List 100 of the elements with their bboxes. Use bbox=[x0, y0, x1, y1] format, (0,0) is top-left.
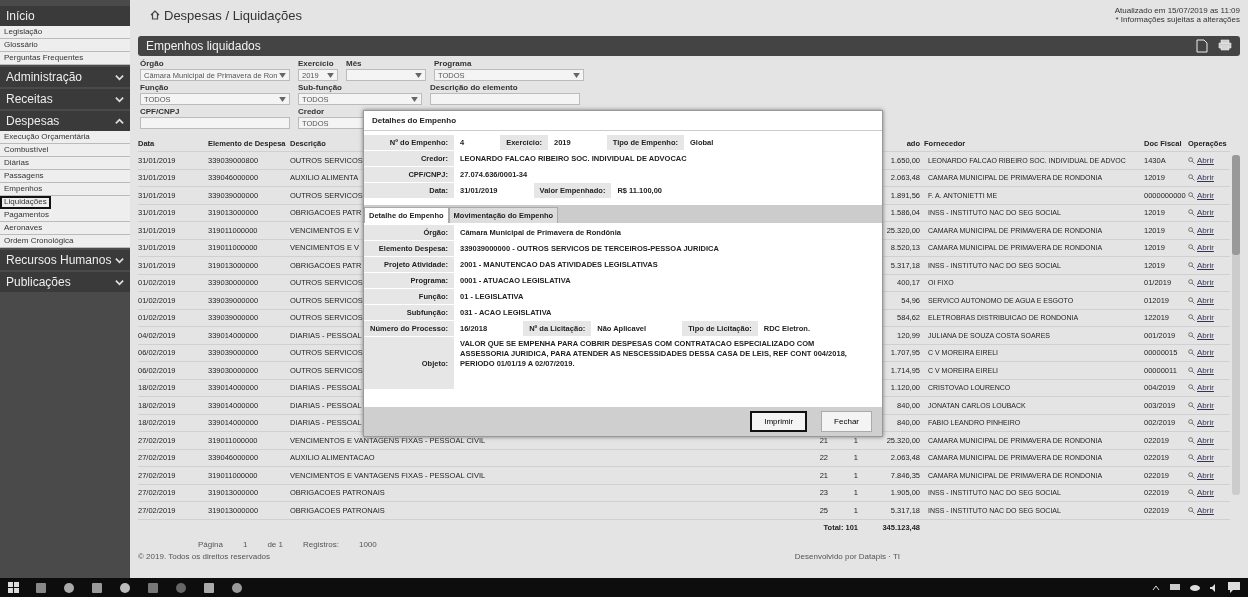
sidebar-item[interactable]: Glossário bbox=[0, 39, 130, 52]
filter-label: Sub-função bbox=[298, 83, 343, 92]
search-icon bbox=[1188, 261, 1195, 269]
open-link[interactable]: Abrir bbox=[1188, 418, 1230, 428]
open-link[interactable]: Abrir bbox=[1188, 278, 1230, 288]
search-icon bbox=[1188, 384, 1195, 392]
update-time: Atualizado em 15/07/2019 as 11:09 bbox=[1114, 6, 1240, 15]
search-icon bbox=[1188, 454, 1195, 462]
dropdown-caret-icon bbox=[415, 72, 422, 78]
sidebar-item[interactable]: Ordem Cronológica bbox=[0, 235, 130, 248]
open-link[interactable]: Abrir bbox=[1188, 488, 1230, 498]
sidebar-item[interactable]: Liquidações bbox=[0, 196, 51, 209]
open-link[interactable]: Abrir bbox=[1188, 173, 1230, 183]
search-icon bbox=[1188, 471, 1195, 479]
taskbar-app-icon[interactable] bbox=[203, 581, 215, 594]
search-icon bbox=[1188, 296, 1195, 304]
chevron-icon bbox=[115, 94, 124, 104]
developer-text: Desenvolvido por Datapis · TI bbox=[794, 552, 900, 561]
search-icon bbox=[1188, 489, 1195, 497]
taskbar-app-icon[interactable] bbox=[63, 581, 75, 594]
records-label: Registros: bbox=[302, 540, 339, 549]
search-icon bbox=[1188, 419, 1195, 427]
filter-label: Credor bbox=[298, 107, 326, 116]
search-icon bbox=[1188, 331, 1195, 339]
sidebar-section[interactable]: Administração bbox=[0, 67, 130, 87]
taskbar-app-icon[interactable] bbox=[91, 581, 103, 594]
search-icon bbox=[1188, 506, 1195, 514]
search-icon bbox=[1188, 226, 1195, 234]
filter-label: Exercício bbox=[298, 59, 335, 68]
windows-start-icon[interactable] bbox=[8, 582, 19, 593]
open-link[interactable]: Abrir bbox=[1188, 470, 1230, 480]
open-link[interactable]: Abrir bbox=[1188, 313, 1230, 323]
dropdown-caret-icon bbox=[573, 72, 580, 78]
page-count: de 1 bbox=[267, 540, 283, 549]
network-icon[interactable] bbox=[1170, 583, 1180, 592]
filter-input[interactable] bbox=[140, 117, 290, 129]
chevron-icon bbox=[115, 277, 124, 287]
sidebar-section[interactable]: Despesas bbox=[0, 111, 130, 131]
filter-label: Descrição do elemento bbox=[430, 83, 519, 92]
open-link[interactable]: Abrir bbox=[1188, 243, 1230, 253]
cloud-icon[interactable] bbox=[1190, 584, 1200, 591]
chevron-icon bbox=[115, 116, 124, 126]
copyright-text: © 2019. Todos os direitos reservados bbox=[138, 552, 271, 561]
search-icon bbox=[1188, 401, 1195, 409]
search-icon bbox=[1188, 156, 1195, 164]
sidebar-item[interactable]: Perguntas Frequentes bbox=[0, 52, 130, 65]
chevron-icon bbox=[115, 255, 124, 265]
sidebar-item[interactable]: Aeronaves bbox=[0, 222, 130, 235]
sidebar-item[interactable]: Combustível bbox=[0, 144, 130, 157]
sidebar-section[interactable]: Início bbox=[0, 6, 130, 26]
search-icon bbox=[1188, 314, 1195, 322]
open-link[interactable]: Abrir bbox=[1188, 155, 1230, 165]
open-link[interactable]: Abrir bbox=[1188, 383, 1230, 393]
open-link[interactable]: Abrir bbox=[1188, 330, 1230, 340]
chevron-icon bbox=[115, 72, 124, 82]
dropdown-caret-icon bbox=[279, 72, 286, 78]
sidebar-section[interactable]: Publicações bbox=[0, 272, 130, 292]
search-icon bbox=[1188, 349, 1195, 357]
taskbar-app-icon[interactable] bbox=[147, 581, 159, 594]
filter-label: Mês bbox=[346, 59, 363, 68]
records-select[interactable]: 1000 bbox=[358, 540, 377, 549]
filter-label: Órgão bbox=[140, 59, 165, 68]
page-number[interactable]: 1 bbox=[242, 540, 248, 549]
open-link[interactable]: Abrir bbox=[1188, 295, 1230, 305]
dialog-button[interactable]: Imprimir bbox=[750, 411, 808, 432]
taskbar-app-icon[interactable] bbox=[231, 581, 243, 594]
sidebar-item[interactable]: Legislação bbox=[0, 26, 130, 39]
open-link[interactable]: Abrir bbox=[1188, 208, 1230, 218]
scrollbar[interactable] bbox=[1232, 155, 1240, 495]
sidebar-item[interactable]: Diárias bbox=[0, 157, 130, 170]
open-link[interactable]: Abrir bbox=[1188, 505, 1230, 515]
sidebar-item[interactable]: Pagamentos bbox=[0, 209, 130, 222]
open-link[interactable]: Abrir bbox=[1188, 348, 1230, 358]
sidebar-item[interactable]: Empenhos bbox=[0, 183, 130, 196]
sidebar-section[interactable]: Recursos Humanos bbox=[0, 250, 130, 270]
open-link[interactable]: Abrir bbox=[1188, 400, 1230, 410]
speaker-icon[interactable] bbox=[1210, 583, 1218, 592]
dialog-title: Detalhes do Empenho bbox=[364, 111, 882, 131]
dialog-button[interactable]: Fechar bbox=[821, 411, 872, 432]
notification-icon[interactable] bbox=[1228, 582, 1240, 593]
open-link[interactable]: Abrir bbox=[1188, 190, 1230, 200]
open-link[interactable]: Abrir bbox=[1188, 365, 1230, 375]
page-title: Despesas / Liquidações bbox=[164, 7, 303, 23]
sidebar-section[interactable]: Receitas bbox=[0, 89, 130, 109]
sidebar-item[interactable]: Passagens bbox=[0, 170, 130, 183]
open-link[interactable]: Abrir bbox=[1188, 453, 1230, 463]
document-icon[interactable] bbox=[1196, 39, 1208, 53]
taskbar-app-icon[interactable] bbox=[35, 581, 47, 594]
open-link[interactable]: Abrir bbox=[1188, 225, 1230, 235]
open-link[interactable]: Abrir bbox=[1188, 435, 1230, 445]
taskbar-app-icon[interactable] bbox=[119, 581, 131, 594]
tray-caret-icon[interactable] bbox=[1152, 584, 1160, 591]
filter-input[interactable] bbox=[430, 93, 580, 105]
dropdown-caret-icon bbox=[411, 96, 418, 102]
sidebar-item[interactable]: Execução Orçamentária bbox=[0, 131, 130, 144]
printer-icon[interactable] bbox=[1218, 39, 1232, 51]
filter-label: Programa bbox=[434, 59, 473, 68]
open-link[interactable]: Abrir bbox=[1188, 260, 1230, 270]
filter-label: Função bbox=[140, 83, 170, 92]
search-icon bbox=[1188, 191, 1195, 199]
